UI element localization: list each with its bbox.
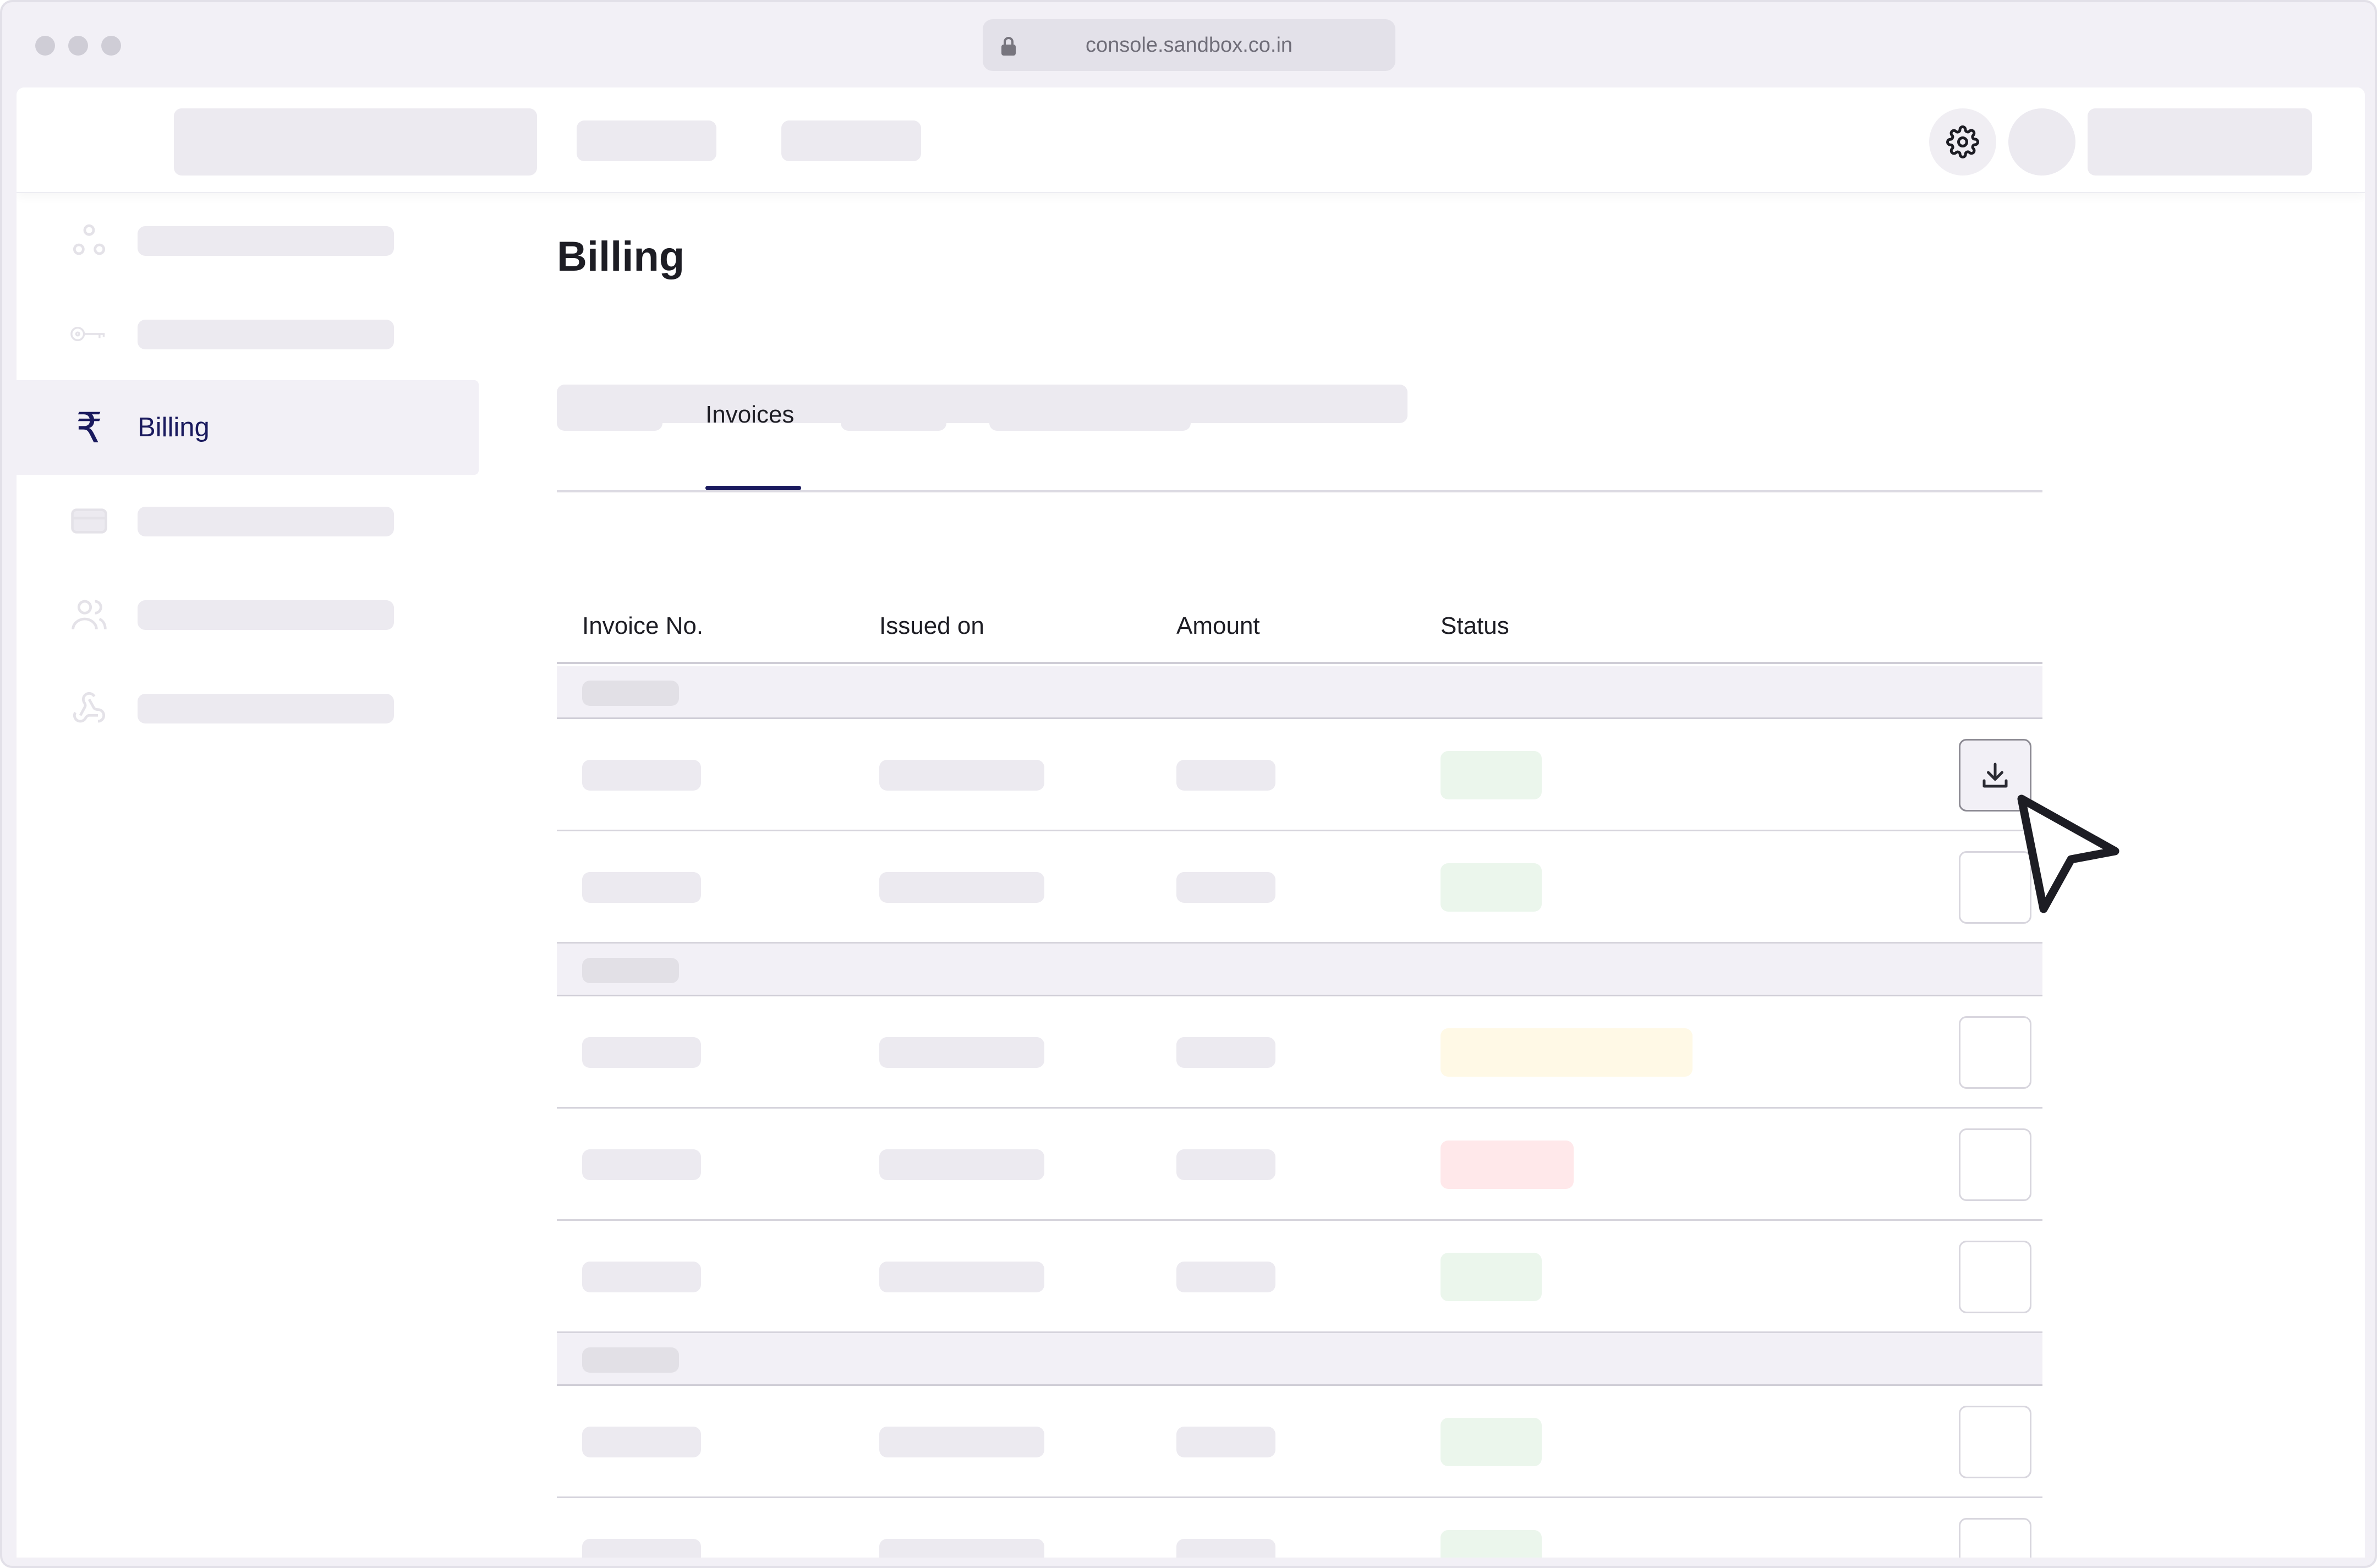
sidebar-item-1[interactable] (17, 193, 479, 288)
sidebar-item-label-placeholder (138, 226, 394, 256)
group-label-placeholder (582, 1347, 679, 1373)
window-close-button[interactable] (35, 36, 55, 56)
table-row[interactable] (557, 1386, 2042, 1498)
org-switcher-placeholder[interactable] (174, 108, 537, 176)
status-badge (1441, 863, 1542, 912)
tab-placeholder[interactable] (557, 404, 662, 431)
download-invoice-button[interactable] (1959, 1016, 2031, 1089)
account-menu-placeholder[interactable] (2088, 108, 2312, 176)
sidebar-item-5[interactable] (17, 567, 479, 662)
sidebar-item-label-placeholder (138, 600, 394, 630)
invoice-no-placeholder (582, 1427, 701, 1457)
address-bar-url: console.sandbox.co.in (1085, 33, 1293, 57)
tab-active-indicator (705, 486, 801, 490)
page-subtitle-placeholder (557, 385, 1407, 423)
tab-placeholder[interactable] (989, 404, 1191, 431)
sidebar-item-4[interactable] (17, 474, 479, 568)
top-header (17, 87, 2365, 193)
amount-placeholder (1176, 1539, 1275, 1558)
download-invoice-button[interactable] (1959, 1406, 2031, 1478)
webhook-icon (70, 689, 108, 727)
table-row[interactable] (557, 831, 2042, 944)
window-minimize-button[interactable] (68, 36, 88, 56)
invoice-no-placeholder (582, 1539, 701, 1558)
download-invoice-button[interactable] (1959, 1518, 2031, 1558)
sidebar-item-label-placeholder (138, 694, 394, 723)
window-maximize-button[interactable] (101, 36, 121, 56)
avatar[interactable] (2008, 108, 2075, 176)
issued-on-placeholder (879, 1427, 1044, 1457)
sidebar-item-2[interactable] (17, 287, 479, 381)
status-badge (1441, 1028, 1693, 1077)
group-label-placeholder (582, 958, 679, 983)
issued-on-placeholder (879, 872, 1044, 903)
column-header-status: Status (1441, 612, 1509, 639)
table-group-row (557, 1333, 2042, 1386)
issued-on-placeholder (879, 1037, 1044, 1068)
rupee-icon: ₹ (75, 403, 103, 452)
lock-icon (1001, 37, 1016, 56)
status-badge (1441, 751, 1542, 799)
key-icon (70, 315, 108, 353)
amount-placeholder (1176, 1037, 1275, 1068)
main-content: Billing Invoices Invoice No. Issued on A… (557, 193, 2053, 1558)
table-row[interactable] (557, 1498, 2042, 1558)
tab-invoices-label: Invoices (705, 401, 795, 428)
table-row[interactable] (557, 996, 2042, 1109)
table-header: Invoice No. Issued on Amount Status (557, 587, 2042, 664)
invoice-no-placeholder (582, 1149, 701, 1180)
column-header-invoice-no: Invoice No. (582, 612, 704, 639)
users-icon (70, 596, 108, 633)
issued-on-placeholder (879, 1539, 1044, 1558)
group-label-placeholder (582, 681, 679, 706)
invoice-no-placeholder (582, 1037, 701, 1068)
amount-placeholder (1176, 872, 1275, 903)
issued-on-placeholder (879, 1149, 1044, 1180)
gear-icon (1946, 125, 1979, 158)
issued-on-placeholder (879, 1262, 1044, 1292)
table-row[interactable] (557, 1221, 2042, 1333)
tab-bar-divider (557, 490, 2042, 494)
browser-window: console.sandbox.co.in ₹ Billing Billing … (0, 0, 2377, 1568)
column-header-amount: Amount (1176, 612, 1260, 639)
sidebar: ₹ Billing (17, 193, 479, 1558)
download-invoice-button[interactable] (1959, 851, 2031, 924)
download-icon (1982, 763, 2008, 788)
download-invoice-button[interactable] (1959, 739, 2031, 812)
table-row[interactable] (557, 1109, 2042, 1221)
sidebar-item-billing[interactable]: ₹ Billing (17, 380, 479, 475)
header-link-placeholder[interactable] (781, 120, 921, 161)
address-bar[interactable]: console.sandbox.co.in (983, 19, 1395, 71)
download-invoice-button[interactable] (1959, 1128, 2031, 1201)
table-row[interactable] (557, 719, 2042, 831)
sidebar-item-label-placeholder (138, 507, 394, 536)
status-badge (1441, 1530, 1542, 1558)
table-group-row (557, 666, 2042, 719)
sidebar-item-6[interactable] (17, 661, 479, 755)
download-invoice-button[interactable] (1959, 1241, 2031, 1313)
status-badge (1441, 1253, 1542, 1301)
settings-button[interactable] (1929, 108, 1996, 176)
table-group-row (557, 944, 2042, 996)
amount-placeholder (1176, 1427, 1275, 1457)
nodes-icon (70, 222, 108, 259)
status-badge (1441, 1418, 1542, 1466)
card-icon (70, 502, 108, 540)
amount-placeholder (1176, 1149, 1275, 1180)
amount-placeholder (1176, 1262, 1275, 1292)
invoice-no-placeholder (582, 760, 701, 791)
sidebar-item-label: Billing (138, 413, 210, 442)
issued-on-placeholder (879, 760, 1044, 791)
app-viewport: ₹ Billing Billing Invoices Invoice No. I… (17, 87, 2365, 1558)
invoice-no-placeholder (582, 872, 701, 903)
tab-placeholder[interactable] (841, 404, 946, 431)
header-link-placeholder[interactable] (577, 120, 716, 161)
status-badge (1441, 1141, 1574, 1189)
browser-titlebar: console.sandbox.co.in (2, 2, 2375, 87)
sidebar-item-label-placeholder (138, 320, 394, 349)
amount-placeholder (1176, 760, 1275, 791)
invoice-no-placeholder (582, 1262, 701, 1292)
column-header-issued-on: Issued on (879, 612, 984, 639)
page-title: Billing (557, 233, 685, 280)
